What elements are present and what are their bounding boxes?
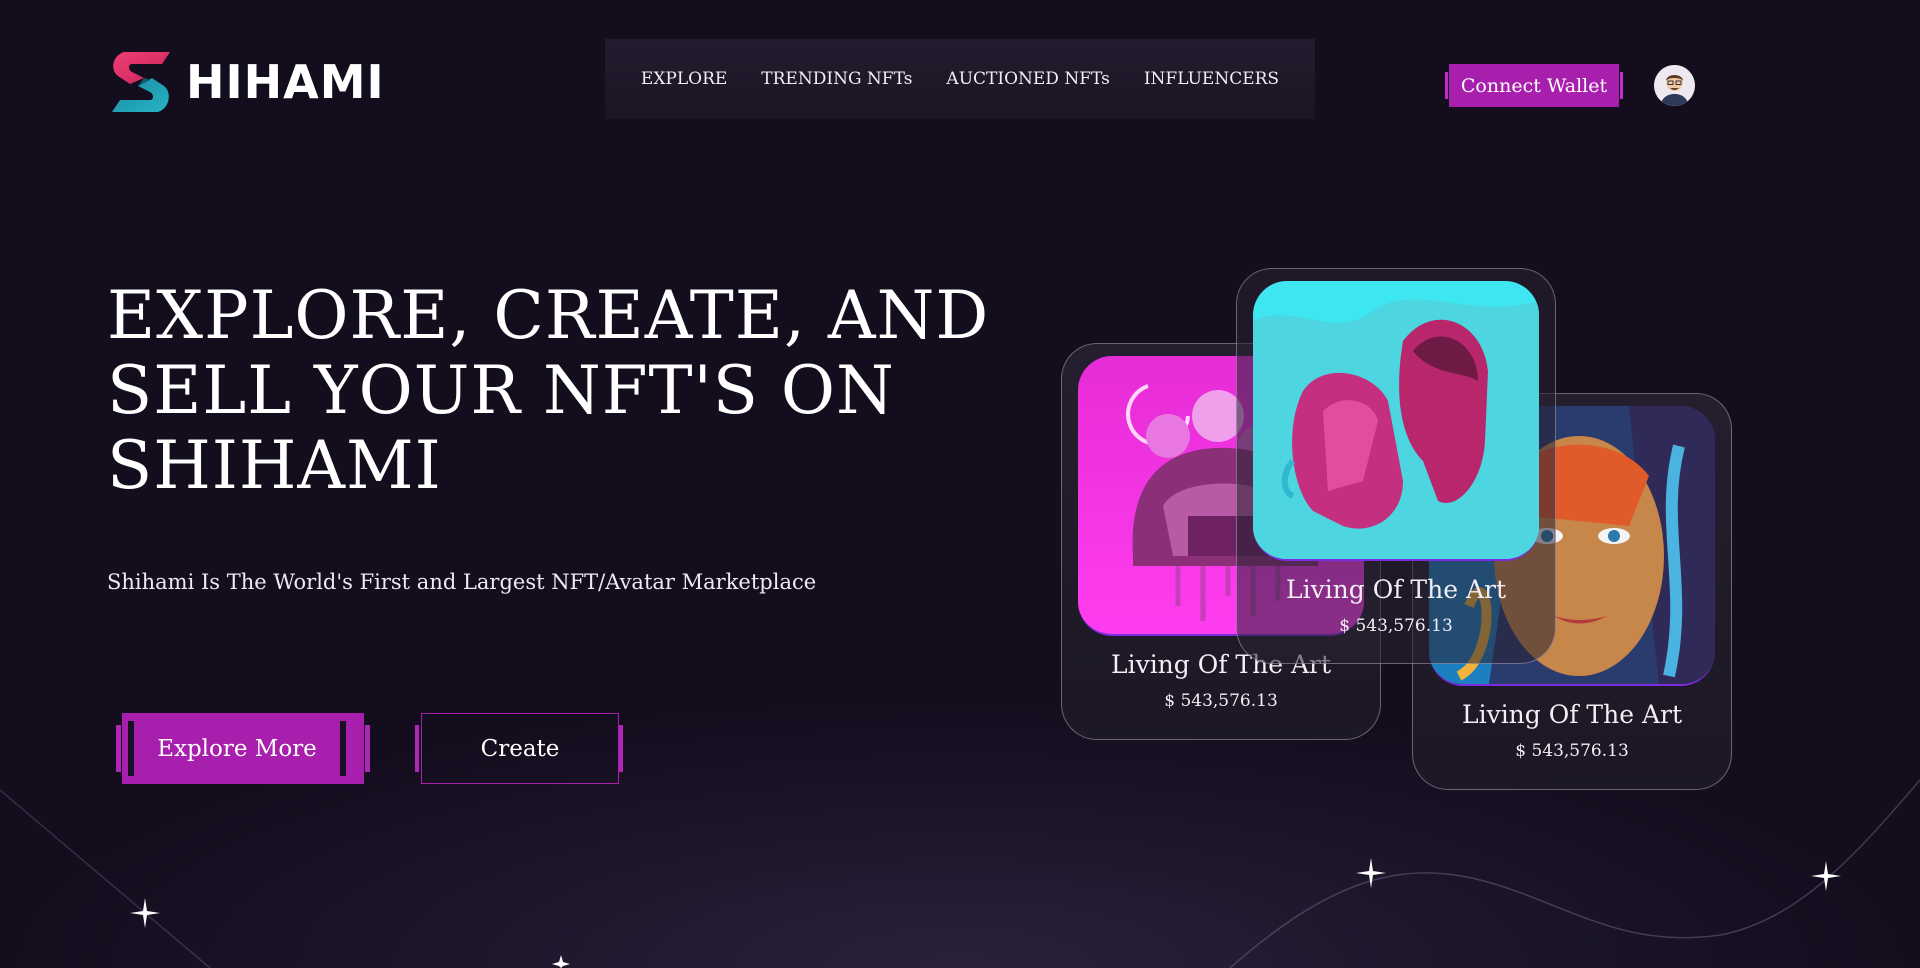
nav-trending-nfts[interactable]: TRENDING NFTs — [761, 69, 912, 89]
create-label: Create — [421, 713, 619, 784]
nft-card[interactable]: Living Of The Art $ 543,576.13 — [1236, 268, 1556, 664]
button-edge-right — [365, 725, 370, 772]
cyan-statue-art — [1253, 281, 1539, 561]
card-title: Living Of The Art — [1285, 575, 1507, 604]
button-edge-left — [1445, 72, 1448, 99]
brand-logo[interactable]: HIHAMI — [110, 50, 385, 114]
create-button[interactable]: Create — [415, 713, 623, 784]
explore-more-button[interactable]: Explore More — [116, 713, 370, 784]
logo-s-icon — [112, 52, 170, 112]
card-price: $ 543,576.13 — [1515, 741, 1629, 761]
button-edge-right — [619, 725, 623, 772]
main-nav: EXPLORE TRENDING NFTs AUCTIONED NFTs INF… — [605, 39, 1315, 119]
brand-name: HIHAMI — [186, 55, 385, 109]
hero-title: EXPLORE, CREATE, AND SELL YOUR NFT'S ON … — [107, 277, 990, 504]
nav-auctioned-nfts[interactable]: AUCTIONED NFTs — [946, 69, 1109, 89]
nav-influencers[interactable]: INFLUENCERS — [1144, 69, 1279, 89]
card-price: $ 543,576.13 — [1339, 616, 1453, 636]
connect-wallet-label: Connect Wallet — [1449, 64, 1619, 107]
nav-explore[interactable]: EXPLORE — [641, 69, 727, 89]
connect-wallet-button[interactable]: Connect Wallet — [1445, 64, 1623, 107]
button-edge-right — [1620, 72, 1623, 99]
button-edge-left — [116, 725, 121, 772]
card-title: Living Of The Art — [1461, 700, 1683, 729]
user-avatar[interactable] — [1654, 65, 1695, 106]
avatar-icon — [1654, 65, 1695, 106]
explore-more-label: Explore More — [128, 721, 346, 776]
button-edge-left — [415, 725, 419, 772]
card-price: $ 543,576.13 — [1164, 691, 1278, 711]
hero-subtitle: Shihami Is The World's First and Largest… — [107, 570, 817, 594]
